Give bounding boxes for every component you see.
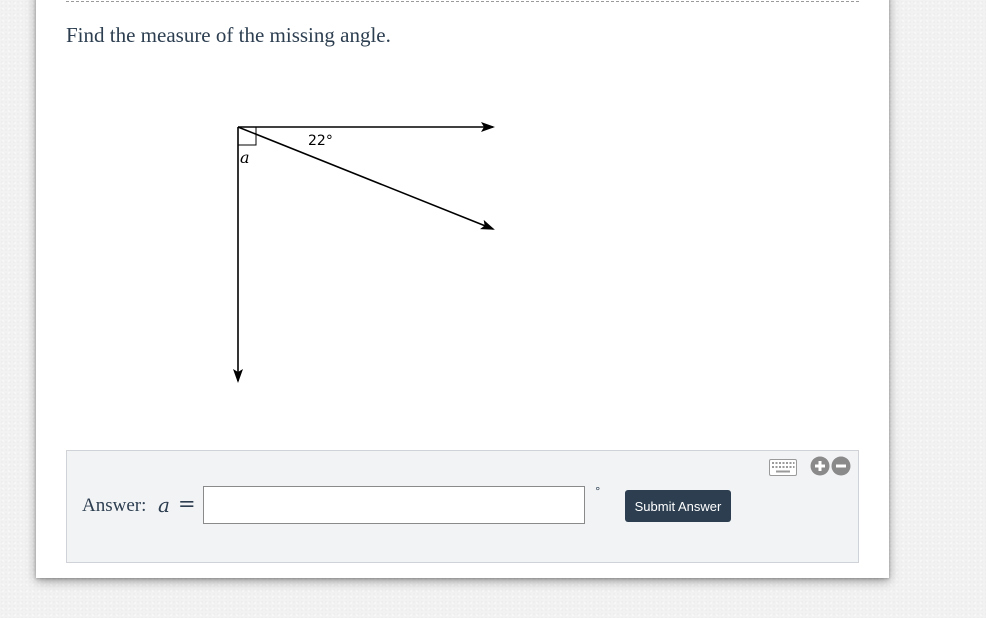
degree-unit: ° (595, 485, 601, 498)
angle-diagram: 22° a (233, 122, 495, 383)
equals-sign: = (178, 492, 196, 516)
answer-input[interactable] (203, 486, 585, 524)
diagonal-ray (237, 126, 495, 230)
unknown-angle-label: a (240, 148, 250, 167)
zoom-in-icon[interactable] (810, 456, 830, 476)
right-angle-marker (238, 127, 257, 146)
answer-label: Answer: (82, 495, 147, 516)
answer-panel: Answer: a = ° Submit Answer (66, 450, 859, 563)
keyboard-icon[interactable] (769, 459, 797, 476)
answer-variable: a (158, 493, 170, 517)
submit-answer-button[interactable]: Submit Answer (625, 490, 731, 522)
zoom-out-icon[interactable] (831, 456, 851, 476)
given-angle-label: 22° (308, 133, 333, 149)
question-card: Find the measure of the missing angle. 2… (36, 0, 889, 578)
